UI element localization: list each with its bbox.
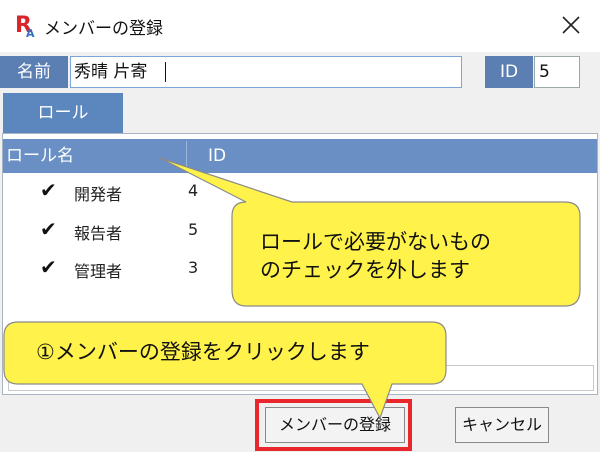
callout-layer [3, 157, 581, 420]
callout-uncheck-text: ロールで必要がないもの のチェックを外します [260, 230, 491, 282]
callout-register-text: ①メンバーの登録をクリックします [36, 340, 370, 364]
callout-bubble-register [3, 321, 447, 420]
